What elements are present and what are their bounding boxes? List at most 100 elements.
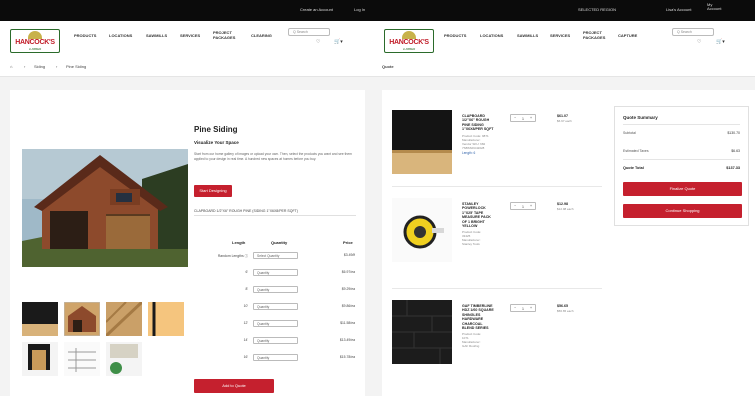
quote-item-meta: Product Code: 33425 Manufacturer: Stanle… — [462, 230, 482, 247]
page-title-quote: Quote — [382, 64, 394, 69]
price-value: $9.86/ea — [341, 304, 355, 308]
quantity-stepper[interactable]: −1 + — [510, 202, 536, 210]
nav-clearing[interactable]: CLEARING — [251, 33, 272, 38]
quantity-select[interactable]: Quantity — [253, 286, 298, 293]
nav-products[interactable]: PRODUCTS — [444, 33, 466, 38]
continue-shopping-button[interactable]: Continue Shopping — [623, 204, 742, 218]
quote-summary-card: Quote Summary Subtotal $130.70 Estimated… — [614, 106, 749, 226]
quote-item-option[interactable]: Length: 6 — [462, 151, 475, 155]
thumbnail-4[interactable] — [148, 302, 184, 336]
quote-item-unit-price: $12.98 each — [557, 207, 574, 211]
nav-capture[interactable]: CAPTURE — [618, 33, 637, 38]
col-length: Length — [232, 240, 246, 245]
quote-item-meta: Product Code: 9871 Manufacturer: Vendor … — [462, 133, 489, 150]
search-input-right[interactable]: Q Search — [672, 28, 714, 36]
quote-item-name[interactable]: CLAPBOARD 1/2"X6" ROUGH PINE SIDING 1"X6… — [462, 114, 493, 132]
quote-item-image[interactable] — [392, 300, 454, 364]
subtotal-value: $130.70 — [727, 131, 740, 135]
quote-item-name[interactable]: STANLEY POWERLOCK 1"X25' TAPE MEASURE PA… — [462, 202, 491, 228]
thumbnail-2[interactable] — [64, 302, 100, 336]
thumbnail-7[interactable] — [106, 342, 142, 376]
divider — [392, 288, 602, 289]
account-link[interactable]: Lisa's Account — [666, 7, 691, 12]
login-link[interactable]: Log In — [354, 7, 365, 12]
wishlist-icon[interactable]: ♡ — [697, 39, 701, 45]
quantity-stepper[interactable]: −1 + — [510, 304, 536, 312]
product-title: Pine Siding — [194, 125, 238, 134]
price-value: $6.97/ea — [341, 270, 355, 274]
length-value: 14' — [243, 338, 248, 342]
quantity-select[interactable]: Select Quantity — [253, 252, 298, 259]
price-value: $3.49/lf — [343, 253, 355, 257]
product-main-image[interactable] — [22, 149, 188, 267]
quote-item-image[interactable] — [392, 110, 454, 174]
quote-item-unit-price: $6.97 each — [557, 119, 572, 123]
visualize-heading: Visualize Your Space — [194, 140, 239, 145]
wishlist-icon[interactable]: ♡ — [316, 39, 320, 45]
brand-logo[interactable]: HANCOCK'S LUMBER — [10, 29, 60, 53]
quote-item-name[interactable]: GAF TIMBERLINE HDZ 1/60 SQUARE SHINGLES … — [462, 304, 494, 330]
thumbnail-6[interactable] — [64, 342, 100, 376]
total-value: $137.33 — [726, 166, 740, 170]
product-panel: Pine Siding Visualize Your Space Start f… — [10, 90, 365, 396]
visualize-description: Start from our home gallery of images or… — [194, 152, 352, 161]
quantity-select[interactable]: Quantity — [253, 337, 298, 344]
quantity-select[interactable]: Quantity — [253, 303, 298, 310]
quote-item-meta: Product Code: 1071 Manufacturer: GAF Roo… — [462, 332, 482, 349]
breadcrumb: ⌂ › Siding › Pine Siding — [0, 57, 372, 77]
quote-item-unit-price: $56.65 each — [557, 309, 574, 313]
region-selector[interactable]: SELECTED REGION — [578, 7, 616, 12]
price-value: $11.58/ea — [340, 321, 355, 325]
create-account-link[interactable]: Create an Account — [300, 7, 333, 12]
brand-logo-right[interactable]: HANCOCK'S LUMBER — [384, 29, 434, 53]
nav-products[interactable]: PRODUCTS — [74, 33, 96, 38]
search-input[interactable]: Q Search — [288, 28, 330, 36]
quote-item-price: $56.65 — [557, 304, 568, 308]
add-to-quote-button[interactable]: Add to Quote — [194, 379, 274, 393]
header-right: HANCOCK'S LUMBER PRODUCTS LOCATIONS SAWM… — [372, 21, 755, 57]
thumbnail-5[interactable] — [22, 342, 58, 376]
account-badge[interactable]: My Account — [707, 3, 721, 11]
variant-label: CLAPBOARD 1/2"X6" ROUGH PINE (SIDING 1"X… — [194, 209, 356, 216]
finalize-quote-button[interactable]: Finalize Quote — [623, 182, 742, 196]
top-utility-bar: Create an Account Log In SELECTED REGION… — [0, 0, 755, 21]
length-value: Random Lengths ⓘ — [217, 254, 248, 258]
breadcrumb-pine-siding[interactable]: Pine Siding — [66, 64, 86, 69]
length-value: 12' — [243, 321, 248, 325]
thumbnail-3[interactable] — [106, 302, 142, 336]
nav-project-packages[interactable]: PROJECT PACKAGES — [583, 30, 611, 40]
length-value: 10' — [243, 304, 248, 308]
nav-sawmills[interactable]: SAWMILLS — [146, 33, 167, 38]
quote-item-price: $12.98 — [557, 202, 568, 206]
quantity-select[interactable]: Quantity — [253, 354, 298, 361]
nav-services[interactable]: SERVICES — [550, 33, 570, 38]
col-quantity: Quantity — [271, 240, 288, 245]
cart-icon[interactable]: 🛒▾ — [334, 39, 343, 45]
nav-locations[interactable]: LOCATIONS — [480, 33, 503, 38]
thumbnail-1[interactable] — [22, 302, 58, 336]
length-value: 6' — [245, 270, 248, 274]
price-value: $15.78/ea — [339, 355, 355, 359]
nav-locations[interactable]: LOCATIONS — [109, 33, 132, 38]
price-value: $9.29/ea — [341, 287, 355, 291]
home-icon[interactable]: ⌂ — [10, 64, 12, 69]
quantity-select[interactable]: Quantity — [253, 269, 298, 276]
quantity-select[interactable]: Quantity — [253, 320, 298, 327]
nav-services[interactable]: SERVICES — [180, 33, 200, 38]
header-left: HANCOCK'S LUMBER PRODUCTS LOCATIONS SAWM… — [0, 21, 372, 57]
divider — [392, 186, 602, 187]
quote-item-price: $61.07 — [557, 114, 568, 118]
length-value: 8' — [245, 287, 248, 291]
length-value: 16' — [243, 355, 248, 359]
nav-project-packages[interactable]: PROJECT PACKAGES — [213, 30, 241, 40]
logo-text: HANCOCK'S — [15, 39, 55, 46]
start-designing-button[interactable]: Start Designing — [194, 185, 232, 197]
summary-title: Quote Summary — [623, 115, 658, 120]
nav-sawmills[interactable]: SAWMILLS — [517, 33, 538, 38]
breadcrumb-right: Quote — [372, 57, 755, 77]
price-value: $13.49/ea — [339, 338, 355, 342]
breadcrumb-siding[interactable]: Siding — [34, 64, 45, 69]
quantity-stepper[interactable]: −1 + — [510, 114, 536, 122]
cart-icon[interactable]: 🛒▾ — [716, 39, 725, 45]
quote-item-image[interactable] — [392, 198, 454, 262]
